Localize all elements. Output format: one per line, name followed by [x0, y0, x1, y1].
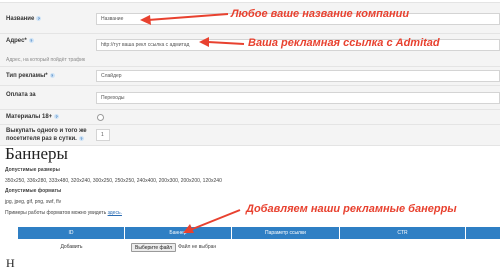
red-arrow: [207, 41, 245, 45]
red-arrow-head: [140, 15, 151, 25]
red-arrow-head: [199, 37, 209, 47]
red-arrow: [147, 13, 229, 21]
red-arrow: [189, 209, 241, 231]
annotation-arrows: [140, 13, 245, 233]
